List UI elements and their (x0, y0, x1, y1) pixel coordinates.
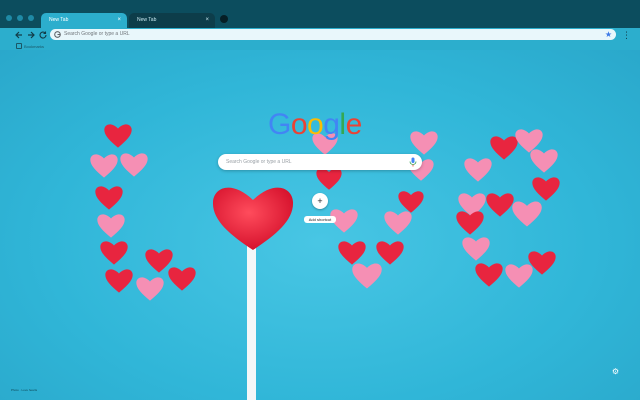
back-arrow-icon[interactable] (14, 30, 24, 40)
bookmark-label: Bookmarks (24, 43, 45, 49)
gear-icon[interactable]: ⚙ (611, 367, 620, 376)
logo-letter: G (268, 108, 291, 141)
mic-icon[interactable] (409, 157, 417, 167)
tab-close-icon[interactable]: × (205, 13, 209, 28)
tab-title: New Tab (49, 17, 69, 23)
background-photo (90, 124, 560, 400)
logo-letter: g (323, 108, 340, 141)
new-tab-page (0, 50, 640, 400)
add-shortcut-label: Add shortcut (304, 216, 336, 223)
google-g-icon (54, 31, 61, 38)
letter-l-hearts (90, 124, 196, 301)
logo-letter: e (345, 108, 363, 141)
reload-icon[interactable] (38, 30, 48, 40)
new-tab-button[interactable] (220, 15, 228, 23)
add-shortcut-button[interactable]: + (312, 193, 328, 209)
title-bar: New Tab × New Tab × (0, 0, 640, 28)
photo-attribution[interactable]: Photo · Love hearts (11, 388, 37, 392)
menu-icon[interactable]: ⋮ (622, 30, 631, 40)
maximize-window-icon[interactable] (28, 15, 34, 21)
letter-e-hearts (456, 129, 560, 288)
tab-title: New Tab (137, 17, 157, 23)
folder-icon (16, 43, 22, 49)
tab-new-tab[interactable]: New Tab × (129, 13, 215, 28)
logo-letter: o (290, 108, 308, 141)
bookmark-item[interactable]: Bookmarks (16, 43, 44, 49)
omnibox-placeholder: Search Google or type a URL (64, 31, 130, 37)
search-placeholder: Search Google or type a URL (226, 159, 292, 165)
star-icon[interactable]: ★ (605, 29, 612, 40)
lollipop-stick (247, 230, 256, 400)
logo-letter: o (307, 108, 324, 141)
tab-close-icon[interactable]: × (117, 13, 121, 28)
search-input[interactable]: Search Google or type a URL (218, 154, 422, 170)
close-window-icon[interactable] (6, 15, 12, 21)
bookmarks-bar: Bookmarks (0, 42, 640, 50)
forward-arrow-icon[interactable] (26, 30, 36, 40)
omnibox[interactable]: Search Google or type a URL ★ (50, 29, 616, 40)
lollipop-heart (212, 187, 294, 250)
plus-icon: + (317, 196, 323, 206)
minimize-window-icon[interactable] (17, 15, 23, 21)
google-logo: Google (268, 109, 372, 141)
toolbar: Search Google or type a URL ★ ⋮ (0, 28, 640, 42)
window-controls (6, 15, 34, 21)
tab-new-tab-active[interactable]: New Tab × (41, 13, 127, 28)
